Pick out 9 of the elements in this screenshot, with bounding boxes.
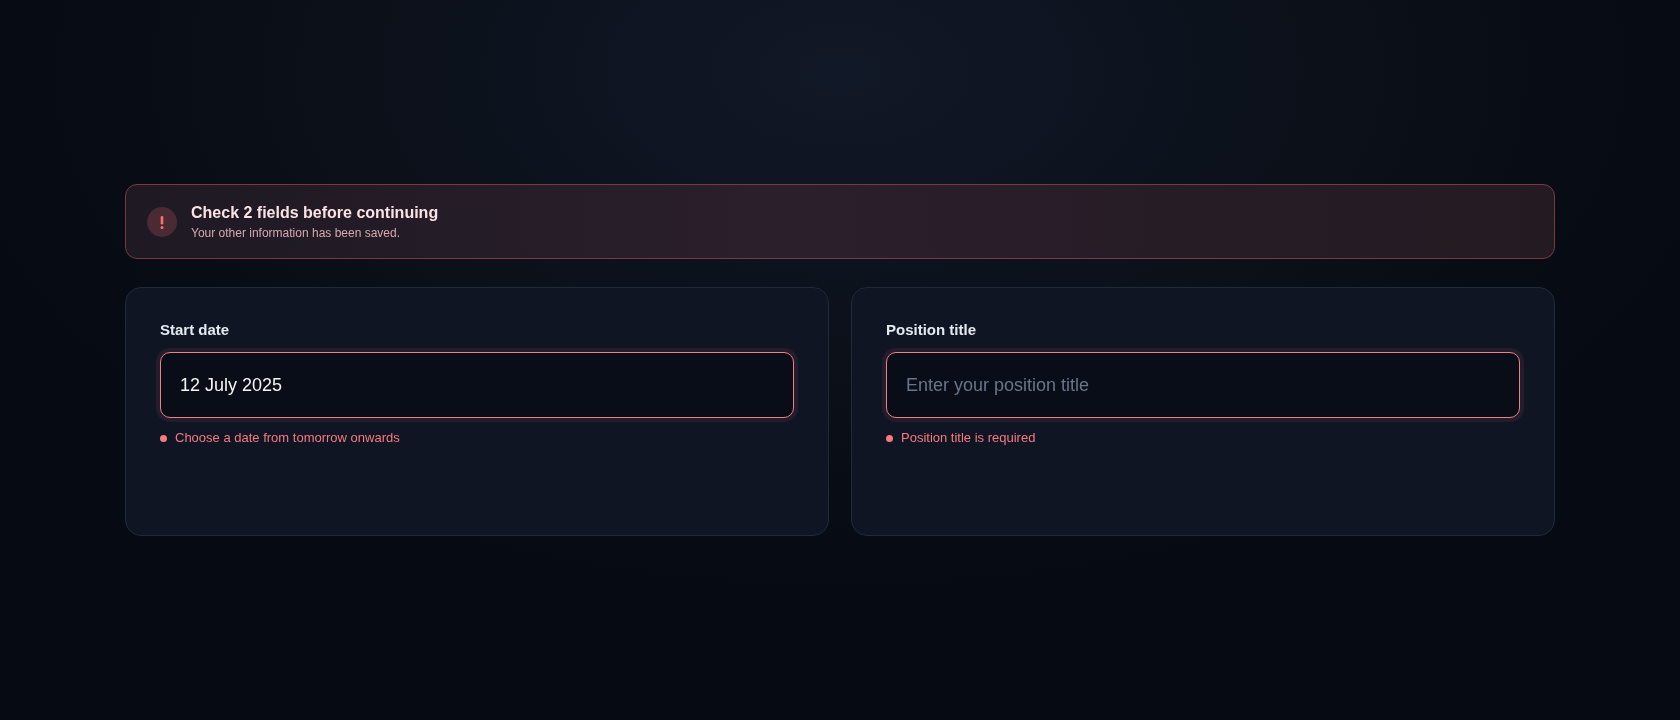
- field-label: Position title: [886, 320, 976, 340]
- error-message: Choose a date from tomorrow onwards: [175, 430, 400, 446]
- alert-title: Check 2 fields before continuing: [191, 202, 439, 223]
- alert-message: Your other information has been saved.: [191, 225, 402, 241]
- error-message: Position title is required: [901, 430, 1036, 446]
- input-field[interactable]: Enter your position title: [886, 352, 1520, 418]
- alert-icon: [147, 206, 177, 237]
- field-label: Start date: [160, 320, 230, 340]
- input-field[interactable]: 12 July 2025: [160, 352, 794, 418]
